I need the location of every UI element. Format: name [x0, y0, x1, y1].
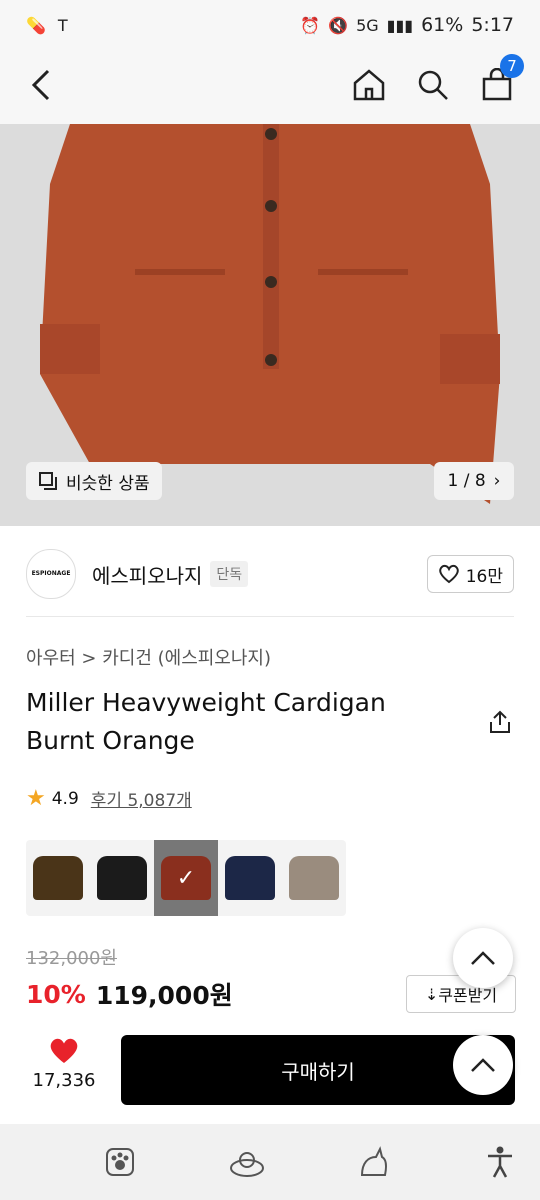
brand-logo-text: ESPIONAGE [31, 570, 71, 578]
swatch-black[interactable] [90, 840, 154, 916]
chevron-up-icon [471, 1058, 495, 1072]
nav-paw-button[interactable] [100, 1142, 140, 1182]
chevron-left-icon [31, 69, 50, 101]
similar-products-button[interactable]: 비슷한 상품 [26, 462, 162, 500]
heart-outline-icon [438, 564, 459, 584]
swatch-beige[interactable] [282, 840, 346, 916]
cat-icon [361, 1146, 388, 1176]
swatch-thumb [225, 856, 275, 900]
rating-row: ★ 4.9 후기 5,087개 [26, 786, 192, 811]
share-button[interactable] [488, 710, 512, 738]
reviews-link[interactable]: 후기 5,087개 [91, 786, 192, 811]
share-icon [490, 710, 510, 733]
nav-cat-button[interactable] [353, 1142, 393, 1182]
product-title: Miller Heavyweight Cardigan Burnt Orange [26, 688, 386, 755]
pill-icon: 💊 [26, 15, 46, 35]
app-notify-icon: T [57, 15, 68, 35]
swatch-navy[interactable] [218, 840, 282, 916]
swatch-brown[interactable] [26, 840, 90, 916]
nav-cat-bed-button[interactable] [227, 1142, 267, 1182]
sale-price: 119,000원 [95, 981, 233, 1010]
swatch-thumb [289, 856, 339, 900]
back-button[interactable] [30, 68, 52, 106]
breadcrumb[interactable]: 아우터 > 카디건 (에스피오나지) [26, 644, 271, 670]
brand-like-button[interactable]: 16만 [426, 555, 514, 593]
chevron-right-icon: › [493, 471, 501, 491]
paw-icon [106, 1148, 134, 1176]
rating-value: 4.9 [51, 788, 79, 809]
home-button[interactable] [352, 68, 386, 106]
scroll-top-button[interactable] [453, 928, 513, 988]
heart-filled-icon [50, 1038, 78, 1063]
brand-name[interactable]: 에스피오나지 [92, 560, 202, 589]
wishlist-count: 17,336 [32, 1070, 96, 1091]
wishlist-button[interactable]: 17,336 [26, 1036, 102, 1091]
download-icon: ⇣ [424, 984, 439, 1004]
color-swatches: ✓ [26, 840, 346, 916]
star-icon: ★ [26, 786, 46, 811]
exclusive-badge: 단독 [210, 561, 249, 587]
signal-icon: ▮▮▮ [386, 15, 414, 35]
brand-row: ESPIONAGE 에스피오나지 단독 16만 [26, 546, 514, 602]
copy-icon [39, 472, 57, 490]
swatch-thumb [97, 856, 147, 900]
network-icon: 5G [356, 15, 379, 35]
mute-icon: 🔇 [328, 15, 349, 35]
discount-rate: 10% [26, 979, 86, 1009]
status-bar: 💊 T ⏰ 🔇 5G ▮▮▮ 61% 5:17 [0, 0, 540, 50]
brand-logo[interactable]: ESPIONAGE [26, 549, 76, 599]
check-icon: ✓ [176, 865, 196, 891]
price-row: 10% 119,000원 [26, 976, 233, 1012]
cart-count-badge: 7 [500, 54, 524, 78]
swatch-orange-selected[interactable]: ✓ [154, 840, 218, 916]
clock: 5:17 [471, 14, 514, 36]
accessibility-icon [487, 1146, 512, 1178]
home-icon [353, 69, 385, 101]
status-left: 💊 T [26, 16, 68, 35]
cat-bed-icon [229, 1152, 264, 1177]
swatch-thumb [33, 856, 83, 900]
search-button[interactable] [416, 68, 450, 106]
chevron-up-icon [471, 951, 495, 965]
divider [26, 616, 514, 617]
pager-text: 1 / 8 [447, 471, 486, 491]
scroll-top-button-2[interactable] [453, 1035, 513, 1095]
nav-accessibility-button[interactable] [480, 1142, 520, 1182]
brand-like-count: 16만 [465, 566, 503, 587]
similar-label: 비슷한 상품 [66, 473, 150, 494]
bottom-nav [0, 1124, 540, 1200]
cart-button[interactable]: 7 [480, 54, 524, 106]
alarm-icon: ⏰ [300, 15, 321, 35]
original-price: 132,000원 [26, 948, 117, 969]
image-pager-button[interactable]: 1 / 8 › [434, 462, 514, 500]
battery-level: 61% [421, 14, 464, 36]
search-icon [418, 70, 448, 100]
status-right: ⏰ 🔇 5G ▮▮▮ 61% 5:17 [300, 14, 514, 36]
top-nav: 7 [0, 50, 540, 124]
